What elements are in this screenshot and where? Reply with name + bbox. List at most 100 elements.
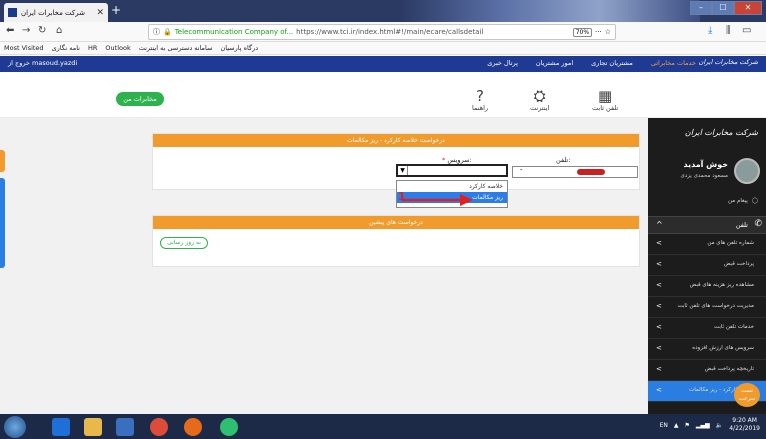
bookmarks-bar: Most Visited نامه نگاری HR Outlook سامان… — [0, 42, 766, 55]
ie-icon[interactable] — [52, 418, 70, 436]
sidebar-item[interactable]: < تاریخچه پرداخت قبض — [648, 360, 766, 381]
forward-icon[interactable]: → — [22, 25, 30, 36]
dropdown-arrow-icon[interactable]: ▼ — [398, 166, 408, 175]
more-actions-icon[interactable]: ··· — [595, 28, 602, 36]
sub-header — [0, 72, 766, 118]
menu-item-business[interactable]: مشتریان تجاری — [591, 59, 633, 67]
reload-icon[interactable]: ↻ — [38, 25, 46, 36]
sidebar-item-label: مدیریت درخواست های تلفن ثابت — [677, 303, 754, 309]
sidebar-section-phone[interactable]: ^ تلفن ✆ — [648, 216, 766, 234]
service-label: * سرویس: — [442, 156, 472, 164]
chevron-left-icon: < — [656, 386, 662, 394]
clock-date: 4/22/2019 — [729, 425, 760, 432]
welcome-text: خوش آمدید — [683, 160, 728, 169]
messages-label: پیغام من — [728, 198, 748, 204]
phone-select[interactable] — [512, 166, 638, 178]
previous-requests-panel: درخواست های پیشین — [152, 215, 640, 267]
request-panel-title: درخواست خلاصه کارکرد - ریز مکالمات — [153, 134, 639, 147]
favicon-icon — [8, 8, 17, 17]
clock[interactable]: 9:20 AM 4/22/2019 — [729, 417, 760, 433]
zoom-level[interactable]: 70% — [572, 27, 593, 37]
media-player-icon[interactable] — [116, 418, 134, 436]
url-text: https://www.tci.ir/index.html#!/main/eca… — [296, 28, 484, 36]
sidebar-item-label: خدمات تلفن ثابت — [713, 324, 754, 330]
left-edge-tab[interactable] — [0, 150, 5, 172]
browser-tab[interactable]: شرکت مخابرات ایران ✕ — [4, 3, 108, 22]
user-name: مسعود محمدی یزدی — [680, 173, 728, 179]
phone-section-label: تلفن — [735, 221, 748, 229]
system-tray: EN ▲ ⚑ ▂▄▆ 🔈 9:20 AM 4/22/2019 — [660, 417, 760, 433]
file-explorer-icon[interactable] — [84, 418, 102, 436]
my-telecom-button[interactable]: مخابرات من — [116, 92, 164, 106]
network-icon[interactable]: ▂▄▆ — [696, 422, 710, 429]
sidebar-item[interactable]: < خدمات تلفن ثابت — [648, 318, 766, 339]
sidebar-item[interactable]: < مشاهده ریز هزینه های قبض — [648, 276, 766, 297]
service-select[interactable]: ▼ — [396, 164, 508, 177]
close-window-icon[interactable]: ✕ — [734, 1, 762, 15]
volume-icon[interactable]: 🔈 — [716, 422, 723, 429]
update-button[interactable]: به روز رسانی — [160, 237, 208, 249]
internet-menu[interactable]: ⛭ اینترنت — [530, 88, 549, 112]
whatsapp-icon[interactable] — [220, 418, 238, 436]
bookmark-item[interactable]: سامانه دسترسی به اینترنت — [139, 44, 213, 52]
bookmark-item[interactable]: Outlook — [105, 44, 130, 52]
bookmark-item[interactable]: HR — [88, 44, 97, 52]
sidebar-item[interactable]: < مدیریت درخواست های تلفن ثابت — [648, 297, 766, 318]
sidebar-item[interactable]: < سرویس های ارزش افزوده — [648, 339, 766, 360]
menu-item-news[interactable]: پرتال خبری — [487, 59, 518, 67]
download-icon[interactable]: ⤓ — [708, 25, 712, 36]
sidebar-logo: شرکت مخابرات ایران — [684, 128, 758, 137]
satellite-icon: ⛭ — [533, 87, 546, 105]
bookmark-star-icon[interactable]: ☆ — [605, 28, 611, 36]
chevron-left-icon: < — [656, 323, 662, 331]
new-tab-icon[interactable]: + — [111, 3, 121, 17]
bookmark-item[interactable]: درگاه پارسیان — [220, 44, 258, 52]
help-label: راهنما — [472, 104, 489, 112]
sidebar-item-label: پرداخت قبض — [723, 261, 754, 267]
sidebar-item[interactable]: < پرداخت قبض — [648, 255, 766, 276]
firefox-icon[interactable] — [184, 418, 202, 436]
menu-item-telecom-services[interactable]: خدمات مخابراتی — [651, 59, 696, 67]
phone-icon: ✆ — [754, 219, 762, 229]
flag-icon[interactable]: ⚑ — [685, 422, 690, 429]
speed-test-button[interactable]: تست سرعت — [734, 383, 760, 407]
avatar — [734, 158, 760, 184]
help-menu[interactable]: ? راهنما — [472, 88, 488, 112]
site-header: خروج از masoud.yazdi خدمات مخابراتی مشتر… — [0, 56, 766, 72]
home-icon[interactable]: ⌂ — [56, 25, 62, 36]
bookmark-item[interactable]: Most Visited — [4, 44, 44, 52]
fixed-phone-menu[interactable]: ▦ تلفن ثابت — [592, 88, 618, 112]
previous-requests-title: درخواست های پیشین — [153, 216, 639, 229]
redacted-phone-number — [577, 169, 605, 175]
tab-bar-background — [400, 0, 700, 22]
sidebar-item-label: مشاهده ریز هزینه های قبض — [689, 282, 754, 288]
brand-logo[interactable]: شرکت مخابرات ایران — [699, 58, 758, 66]
address-bar[interactable]: ⓘ 🔒 Telecommunication Company of... http… — [148, 24, 616, 40]
menu-item-customer-affairs[interactable]: امور مشتریان — [536, 59, 573, 67]
sidebar-icon[interactable]: ▭ — [742, 25, 751, 36]
language-indicator[interactable]: EN — [660, 422, 668, 429]
tab-title: شرکت مخابرات ایران — [21, 8, 85, 17]
minimize-icon[interactable]: – — [690, 1, 712, 15]
close-tab-icon[interactable]: ✕ — [96, 8, 104, 18]
chevron-left-icon: < — [656, 260, 662, 268]
red-arrow-annotation — [402, 194, 473, 206]
service-option[interactable]: خلاصه کارکرد — [397, 181, 507, 192]
tab-bar: شرکت مخابرات ایران ✕ + – ☐ ✕ — [0, 0, 766, 22]
start-button[interactable] — [4, 416, 26, 438]
library-icon[interactable]: ⫼ — [726, 25, 731, 36]
info-icon[interactable]: ⓘ — [153, 27, 160, 37]
phone-building-icon: ▦ — [598, 87, 613, 105]
back-icon[interactable]: ⬅ — [6, 25, 14, 36]
left-edge-bar — [0, 178, 5, 268]
logout-link[interactable]: خروج از masoud.yazdi — [8, 59, 77, 67]
tray-arrow-icon[interactable]: ▲ — [674, 422, 679, 429]
sidebar-item[interactable]: < شماره تلفن های من — [648, 234, 766, 255]
maximize-icon[interactable]: ☐ — [712, 1, 734, 15]
messages-link[interactable]: پیغام من ◯ — [728, 198, 758, 204]
window-controls: – ☐ ✕ — [690, 1, 762, 15]
main-menu: خدمات مخابراتی مشتریان تجاری امور مشتریا… — [487, 59, 696, 67]
chrome-icon[interactable] — [150, 418, 168, 436]
bookmark-item[interactable]: نامه نگاری — [52, 44, 80, 52]
sidebar-item-label: شماره تلفن های من — [707, 240, 754, 246]
